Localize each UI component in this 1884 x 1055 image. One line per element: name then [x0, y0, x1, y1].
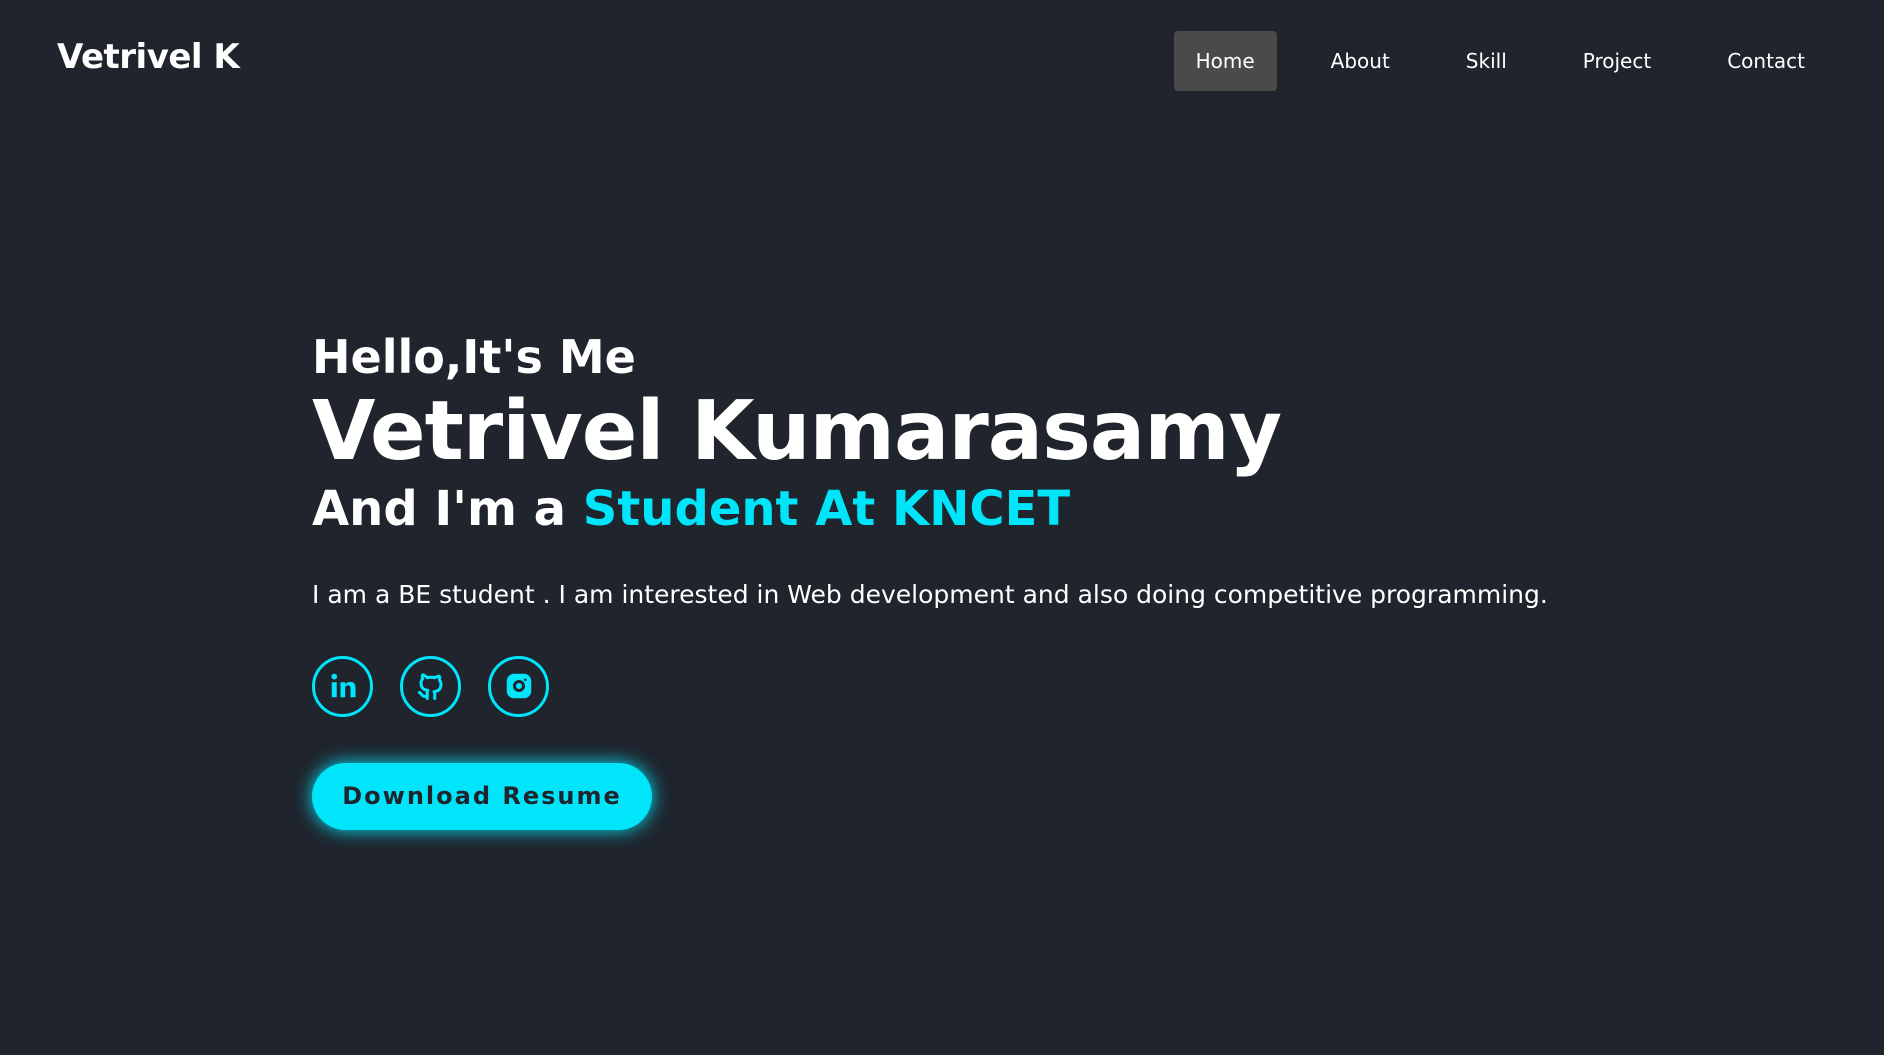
- nav-skill[interactable]: Skill: [1444, 31, 1529, 91]
- linkedin-link[interactable]: [312, 655, 373, 717]
- role-heading: And I'm a Student At KNCET: [312, 481, 1712, 539]
- github-icon: [416, 671, 446, 701]
- name-heading: Vetrivel Kumarasamy: [312, 384, 1282, 480]
- nav-home[interactable]: Home: [1173, 31, 1277, 91]
- nav-about[interactable]: About: [1309, 31, 1412, 91]
- github-link[interactable]: [400, 655, 461, 717]
- instagram-link[interactable]: [488, 655, 549, 717]
- description-text: I am a BE student . I am interested in W…: [312, 580, 1548, 610]
- linkedin-icon: [328, 671, 358, 701]
- role-highlight: Student At KNCET: [582, 481, 1071, 538]
- instagram-icon: [504, 671, 534, 701]
- logo[interactable]: Vetrivel K: [57, 37, 240, 77]
- greeting-heading: Hello,It's Me: [312, 330, 636, 384]
- download-resume-button[interactable]: Download Resume: [312, 762, 652, 830]
- main-nav: Home About Skill Project Contact: [1142, 31, 1827, 91]
- role-prefix: And I'm a: [312, 481, 583, 538]
- site-header: Vetrivel K Home About Skill Project Cont…: [0, 0, 1884, 122]
- home-section: Hello,It's Me Vetrivel Kumarasamy And I'…: [312, 330, 1712, 830]
- nav-contact[interactable]: Contact: [1705, 31, 1827, 91]
- nav-project[interactable]: Project: [1561, 31, 1673, 91]
- social-links: [312, 655, 1712, 717]
